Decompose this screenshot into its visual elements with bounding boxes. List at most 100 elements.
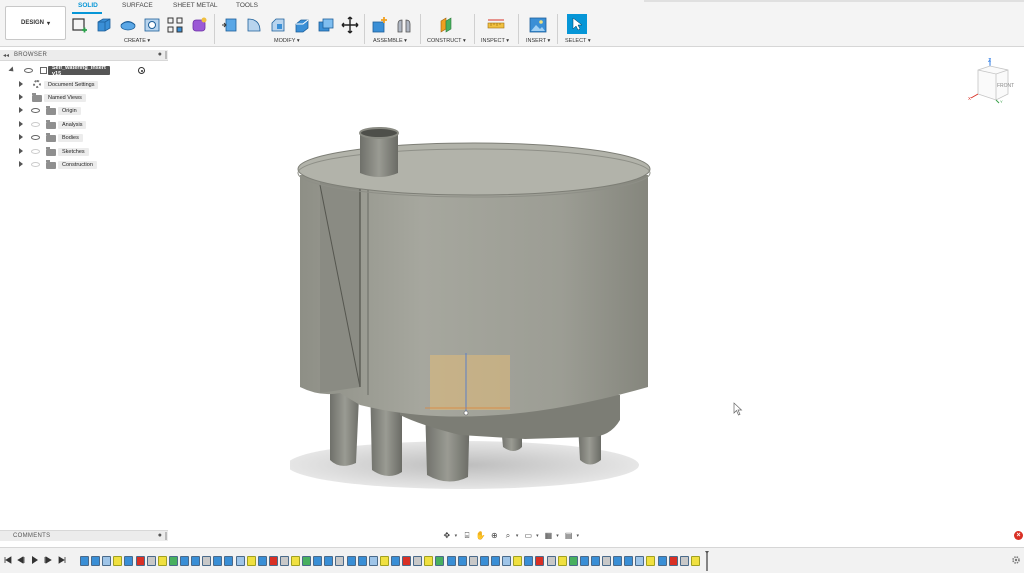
chevron-down-icon[interactable]: ▾ — [516, 533, 519, 539]
timeline-feature-icon[interactable] — [357, 556, 367, 566]
inspect-group-button[interactable]: INSPECT ▾ — [481, 38, 509, 44]
expand-triangle-icon[interactable] — [19, 107, 23, 113]
timeline-feature-icon[interactable] — [191, 556, 201, 566]
orbit-icon[interactable]: ✥ — [441, 530, 453, 541]
timeline-feature-icon[interactable] — [557, 556, 567, 566]
expand-triangle-icon[interactable] — [19, 134, 23, 140]
timeline-feature-icon[interactable] — [246, 556, 256, 566]
expand-triangle-icon[interactable] — [19, 148, 23, 154]
timeline-feature-icon[interactable] — [657, 556, 667, 566]
select-group-button[interactable]: SELECT ▾ — [565, 38, 591, 44]
measure-icon[interactable] — [487, 16, 505, 34]
extrude-icon[interactable] — [95, 16, 113, 34]
timeline-settings-gear-icon[interactable] — [1011, 555, 1021, 565]
timeline-feature-icon[interactable] — [102, 556, 112, 566]
timeline-feature-icon[interactable] — [513, 556, 523, 566]
tab-sheet-metal[interactable]: SHEET METAL — [173, 2, 218, 9]
eye-icon[interactable] — [31, 149, 40, 154]
play-icon[interactable] — [31, 556, 39, 564]
select-icon[interactable] — [567, 14, 587, 34]
timeline-feature-icon[interactable] — [279, 556, 289, 566]
cube-face-front[interactable]: FRONT — [997, 83, 1014, 89]
timeline-feature-icon[interactable] — [590, 556, 600, 566]
expand-triangle-icon[interactable] — [19, 121, 23, 127]
step-back-icon[interactable] — [17, 556, 25, 564]
timeline-feature-icon[interactable] — [468, 556, 478, 566]
shell-icon[interactable] — [293, 16, 311, 34]
timeline-feature-icon[interactable] — [402, 556, 412, 566]
eye-icon[interactable] — [31, 162, 40, 167]
display-settings-icon[interactable]: ▭ — [522, 530, 534, 541]
revolve-icon[interactable] — [119, 16, 137, 34]
combine-icon[interactable] — [317, 16, 335, 34]
panel-resize-handle[interactable] — [165, 51, 167, 59]
timeline-feature-icon[interactable] — [368, 556, 378, 566]
eye-icon[interactable] — [31, 135, 40, 140]
eye-icon[interactable] — [31, 108, 40, 113]
timeline-feature-icon[interactable] — [257, 556, 267, 566]
tab-solid[interactable]: SOLID — [78, 2, 98, 9]
chevron-down-icon[interactable]: ▾ — [556, 533, 559, 539]
create-sketch-icon[interactable] — [71, 16, 89, 34]
3d-model-canvas[interactable] — [290, 125, 660, 495]
viewcube[interactable]: Z FRONT X Y — [966, 56, 1016, 104]
timeline-feature-icon[interactable] — [457, 556, 467, 566]
timeline-feature-icon[interactable] — [235, 556, 245, 566]
timeline-feature-icon[interactable] — [157, 556, 167, 566]
timeline-feature-icon[interactable] — [646, 556, 656, 566]
pattern-icon[interactable] — [166, 16, 184, 34]
error-notification-icon[interactable]: × — [1014, 531, 1023, 540]
timeline-feature-icon[interactable] — [113, 556, 123, 566]
expand-triangle-icon[interactable] — [19, 81, 23, 87]
joint-icon[interactable] — [395, 16, 413, 34]
eye-icon[interactable] — [24, 68, 33, 73]
eye-icon[interactable] — [31, 122, 40, 127]
timeline-feature-icon[interactable] — [146, 556, 156, 566]
timeline-feature-icon[interactable] — [135, 556, 145, 566]
create-group-button[interactable]: CREATE ▾ — [124, 38, 150, 44]
timeline-feature-icon[interactable] — [446, 556, 456, 566]
press-pull-icon[interactable] — [221, 16, 239, 34]
root-component-label[interactable]: Self_watering_insert v15 — [48, 65, 110, 77]
timeline-feature-icon[interactable] — [435, 556, 445, 566]
timeline-feature-icon[interactable] — [202, 556, 212, 566]
look-at-icon[interactable]: ⌸ — [461, 530, 473, 541]
timeline-marker[interactable] — [705, 551, 709, 571]
tab-tools[interactable]: TOOLS — [236, 2, 258, 9]
timeline-feature-icon[interactable] — [535, 556, 545, 566]
timeline-feature-icon[interactable] — [635, 556, 645, 566]
timeline-feature-icon[interactable] — [579, 556, 589, 566]
timeline-feature-icon[interactable] — [490, 556, 500, 566]
chevron-down-icon[interactable]: ▾ — [536, 533, 539, 539]
timeline-feature-icon[interactable] — [690, 556, 700, 566]
pan-hand-icon[interactable]: ✋ — [475, 530, 487, 541]
new-component-icon[interactable] — [371, 16, 389, 34]
comments-panel-header[interactable]: COMMENTS ● — [0, 530, 168, 541]
fillet-icon[interactable] — [245, 16, 263, 34]
timeline-feature-icon[interactable] — [391, 556, 400, 566]
timeline-feature-icon[interactable] — [546, 556, 556, 566]
insert-image-icon[interactable] — [529, 16, 547, 34]
workspace-dropdown[interactable]: DESIGN ▾ — [5, 6, 66, 40]
timeline-feature-icon[interactable] — [346, 556, 356, 566]
collapse-triangle-icon[interactable] — [8, 66, 16, 74]
browser-options-icon[interactable]: ● — [158, 51, 162, 58]
step-forward-icon[interactable] — [44, 556, 52, 564]
chevron-down-icon[interactable]: ▾ — [455, 533, 458, 539]
panel-resize-handle[interactable] — [165, 532, 167, 540]
zoom-icon[interactable]: ⌕ — [502, 530, 514, 541]
go-to-start-icon[interactable] — [4, 556, 12, 564]
timeline-feature-icon[interactable] — [268, 556, 278, 566]
chevron-down-icon[interactable]: ▾ — [576, 533, 579, 539]
tab-surface[interactable]: SURFACE — [122, 2, 153, 9]
assemble-group-button[interactable]: ASSEMBLE ▾ — [373, 38, 407, 44]
viewports-icon[interactable]: ▤ — [563, 530, 575, 541]
timeline-feature-icon[interactable] — [613, 556, 623, 566]
timeline-feature-icon[interactable] — [602, 556, 612, 566]
timeline-feature-icon[interactable] — [379, 556, 389, 566]
insert-group-button[interactable]: INSERT ▾ — [526, 38, 550, 44]
timeline-feature-icon[interactable] — [168, 556, 178, 566]
timeline-feature-icon[interactable] — [568, 556, 578, 566]
comments-options-icon[interactable]: ● — [158, 532, 162, 539]
timeline-feature-icon[interactable] — [413, 556, 423, 566]
